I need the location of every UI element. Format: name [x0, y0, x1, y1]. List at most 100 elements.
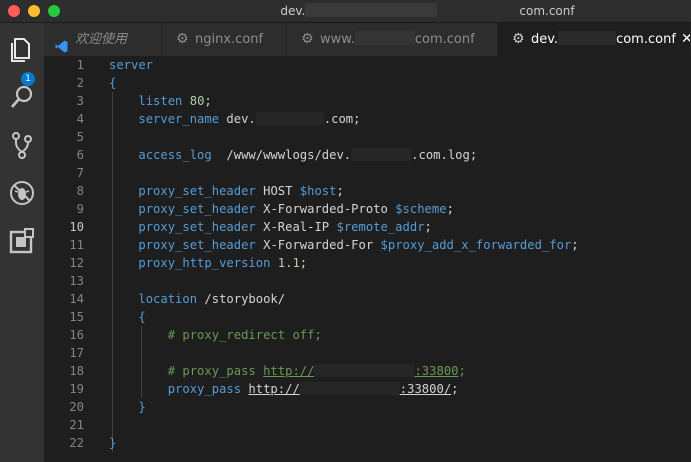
code-token: # proxy_pass: [167, 364, 264, 378]
code-token: ;: [424, 220, 432, 234]
code-token: }: [138, 400, 146, 414]
code-line[interactable]: 19 proxy_pass http://:33800/;: [44, 380, 691, 398]
code-line[interactable]: 13: [44, 272, 691, 290]
code-line[interactable]: 15 {: [44, 308, 691, 326]
code-line[interactable]: 3 listen 80;: [44, 92, 691, 110]
files-icon[interactable]: [6, 33, 38, 65]
source-control-icon[interactable]: [6, 129, 38, 161]
code-line[interactable]: 5: [44, 128, 691, 146]
gear-icon: ⚙: [512, 31, 525, 47]
line-number: 7: [76, 166, 84, 180]
line-number: 10: [69, 220, 84, 234]
code-text: proxy_set_header X-Forwarded-Proto $sche…: [109, 200, 454, 218]
code-line[interactable]: 20 }: [44, 398, 691, 416]
code-line[interactable]: 11 proxy_set_header X-Forwarded-For $pro…: [44, 236, 691, 254]
code-line[interactable]: 18 # proxy_pass http://:33800;: [44, 362, 691, 380]
close-tab-icon[interactable]: ✕: [681, 23, 690, 56]
code-token: $proxy_add_x_forwarded_for: [380, 238, 572, 252]
code-token: X-Forwarded-For: [255, 238, 381, 252]
code-line[interactable]: 1 server: [44, 56, 691, 74]
code-line[interactable]: 4 server_name dev. .com;: [44, 110, 691, 128]
code-token: http://: [263, 364, 315, 378]
debug-icon[interactable]: [6, 177, 38, 209]
code-text: listen 80;: [109, 92, 212, 110]
code-text: # proxy_redirect off;: [109, 326, 322, 344]
code-token: ;: [204, 94, 212, 108]
line-number: 5: [76, 130, 84, 144]
code-token: X-Real-IP: [255, 220, 337, 234]
code-line[interactable]: 21: [44, 416, 691, 434]
code-token: ;: [451, 382, 459, 396]
code-token: :33800/: [399, 382, 452, 396]
code-token: 1.1: [277, 256, 300, 270]
code-token: ;: [336, 184, 344, 198]
code-token: ;: [299, 256, 308, 270]
code-token: :33800: [414, 364, 459, 378]
line-number: 16: [69, 328, 84, 342]
redacted-text: [305, 3, 438, 17]
code-line[interactable]: 8 proxy_set_header HOST $host;: [44, 182, 691, 200]
code-token: /www/wwwlogs/dev.: [211, 148, 352, 162]
code-token: proxy_set_header: [138, 238, 256, 252]
code-token: .com;: [323, 112, 361, 126]
code-token: http://: [248, 382, 300, 396]
code-token: 80: [189, 94, 205, 108]
line-number: 6: [76, 148, 84, 162]
code-line[interactable]: 16 # proxy_redirect off;: [44, 326, 691, 344]
code-text: proxy_set_header X-Forwarded-For $proxy_…: [109, 236, 579, 254]
code-token: proxy_http_version: [138, 256, 271, 270]
code-token: {: [138, 310, 146, 324]
tab-welcome[interactable]: 欢迎使用: [44, 23, 162, 56]
code-token: access_log: [138, 148, 212, 162]
code-token: ;: [458, 364, 466, 378]
code-token: ;: [571, 238, 579, 252]
code-line[interactable]: 10 proxy_set_header X-Real-IP $remote_ad…: [44, 218, 691, 236]
code-token: proxy_set_header: [138, 184, 256, 198]
code-token: server_name: [138, 112, 220, 126]
code-text: proxy_http_version 1.1;: [109, 254, 307, 272]
code-token: proxy_set_header: [138, 220, 256, 234]
code-token: X-Forwarded-Proto: [255, 202, 396, 216]
line-number: 17: [69, 346, 84, 360]
code-line[interactable]: 2{: [44, 74, 691, 92]
code-text: server_name dev. .com;: [109, 110, 360, 128]
code-line[interactable]: 6 access_log /www/wwwlogs/dev. .com.log;: [44, 146, 691, 164]
code-text: {: [109, 74, 116, 92]
code-line[interactable]: 17: [44, 344, 691, 362]
line-number: 11: [69, 238, 84, 252]
extensions-icon[interactable]: [6, 225, 38, 257]
code-text: proxy_set_header HOST $host;: [109, 182, 344, 200]
tab-dev-conf[interactable]: ⚙ dev.com.conf ✕: [498, 23, 691, 56]
code-line[interactable]: 22}: [44, 434, 691, 452]
code-text: # proxy_pass http:// :33800;: [109, 362, 466, 380]
line-number: 15: [69, 310, 84, 324]
code-text: proxy_pass http://:33800/;: [109, 380, 459, 398]
code-line[interactable]: 14 location /storybook/: [44, 290, 691, 308]
code-line[interactable]: 12 proxy_http_version 1.1;: [44, 254, 691, 272]
code-line[interactable]: 7: [44, 164, 691, 182]
search-icon[interactable]: [6, 81, 38, 113]
code-editor[interactable]: 1 server 2{3 listen 80; 4 server_name dev..…: [44, 56, 691, 462]
tab-nginx-conf[interactable]: ⚙ nginx.conf: [162, 23, 287, 56]
code-line[interactable]: 9 proxy_set_header X-Forwarded-Proto $sc…: [44, 200, 691, 218]
gear-icon: ⚙: [301, 31, 314, 47]
line-number: 20: [69, 400, 84, 414]
tab-www-conf[interactable]: ⚙ www. com.conf: [287, 23, 498, 56]
line-number: 12: [69, 256, 84, 270]
code-token: proxy_set_header: [138, 202, 256, 216]
code-token: ;: [446, 202, 454, 216]
code-token: HOST: [255, 184, 300, 198]
code-text: }: [109, 398, 146, 416]
code-token: $host: [299, 184, 337, 198]
code-text: proxy_set_header X-Real-IP $remote_addr;: [109, 218, 432, 236]
title-bar: dev. com.conf: [0, 0, 691, 23]
code-token: /storybook/: [197, 292, 286, 306]
